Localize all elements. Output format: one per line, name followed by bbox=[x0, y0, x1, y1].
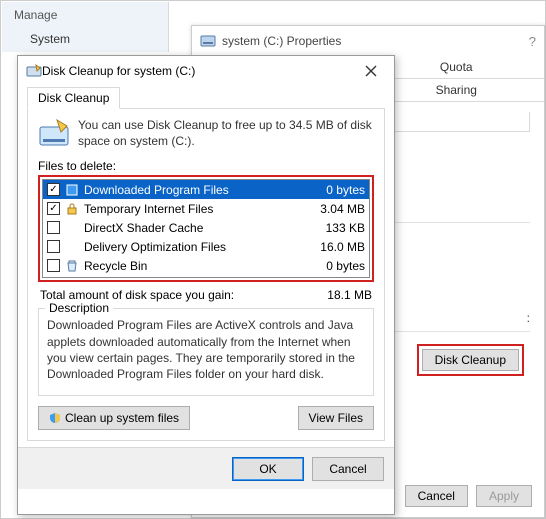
list-item[interactable]: Delivery Optimization Files 16.0 MB bbox=[43, 237, 369, 256]
dialog-title: Disk Cleanup for system (C:) bbox=[42, 64, 195, 78]
ribbon-manage-tab[interactable]: Manage bbox=[14, 8, 57, 22]
tab-disk-cleanup[interactable]: Disk Cleanup bbox=[27, 87, 120, 109]
files-to-delete-label: Files to delete: bbox=[38, 159, 374, 173]
minimize-hint: ? bbox=[529, 34, 536, 49]
checkbox[interactable] bbox=[47, 240, 60, 253]
files-listbox[interactable]: ✓ Downloaded Program Files 0 bytes ✓ Tempora… bbox=[42, 179, 370, 278]
cleanup-big-icon bbox=[38, 117, 70, 149]
item-size: 0 bytes bbox=[305, 259, 365, 273]
list-item[interactable]: ✓ Temporary Internet Files 3.04 MB bbox=[43, 199, 369, 218]
item-size: 3.04 MB bbox=[305, 202, 365, 216]
ribbon-system-label[interactable]: System bbox=[30, 32, 70, 46]
cleanup-title-icon bbox=[26, 63, 42, 79]
drive-icon bbox=[200, 33, 216, 49]
disk-cleanup-dialog: Disk Cleanup for system (C:) Disk Cleanu… bbox=[17, 55, 395, 515]
close-button[interactable] bbox=[354, 59, 388, 83]
item-size: 133 KB bbox=[305, 221, 365, 235]
ok-button[interactable]: OK bbox=[232, 457, 304, 481]
item-size: 0 bytes bbox=[305, 183, 365, 197]
checkbox[interactable] bbox=[47, 259, 60, 272]
total-label: Total amount of disk space you gain: bbox=[40, 288, 234, 302]
list-item[interactable]: DirectX Shader Cache 133 KB bbox=[43, 218, 369, 237]
blank-icon bbox=[64, 239, 80, 255]
item-size: 16.0 MB bbox=[305, 240, 365, 254]
total-value: 18.1 MB bbox=[327, 288, 372, 302]
filelist-highlight: ✓ Downloaded Program Files 0 bytes ✓ Tempora… bbox=[38, 175, 374, 282]
item-name: Temporary Internet Files bbox=[84, 202, 301, 216]
properties-titlebar[interactable]: system (C:) Properties ? bbox=[192, 26, 544, 56]
intro-text: You can use Disk Cleanup to free up to 3… bbox=[78, 117, 374, 149]
cancel-button[interactable]: Cancel bbox=[312, 457, 384, 481]
props-cancel-button[interactable]: Cancel bbox=[405, 485, 468, 507]
ribbon: Manage System bbox=[2, 2, 169, 52]
cleanup-system-files-button[interactable]: Clean up system files bbox=[38, 406, 190, 430]
checkbox[interactable]: ✓ bbox=[47, 183, 60, 196]
description-text: Downloaded Program Files are ActiveX con… bbox=[47, 317, 365, 387]
lock-icon bbox=[64, 201, 80, 217]
checkbox[interactable]: ✓ bbox=[47, 202, 60, 215]
file-icon bbox=[64, 182, 80, 198]
disk-cleanup-highlight: Disk Cleanup bbox=[417, 344, 524, 376]
list-item[interactable]: ✓ Downloaded Program Files 0 bytes bbox=[43, 180, 369, 199]
checkbox[interactable] bbox=[47, 221, 60, 234]
blank-icon bbox=[64, 220, 80, 236]
properties-title: system (C:) Properties bbox=[222, 34, 341, 48]
close-icon bbox=[365, 65, 377, 77]
view-files-button[interactable]: View Files bbox=[298, 406, 374, 430]
item-name: DirectX Shader Cache bbox=[84, 221, 301, 235]
description-label: Description bbox=[45, 301, 113, 315]
list-item[interactable]: Recycle Bin 0 bytes bbox=[43, 256, 369, 275]
shield-icon bbox=[49, 412, 61, 424]
item-name: Downloaded Program Files bbox=[84, 183, 301, 197]
item-name: Recycle Bin bbox=[84, 259, 301, 273]
disk-cleanup-button[interactable]: Disk Cleanup bbox=[422, 349, 519, 371]
item-name: Delivery Optimization Files bbox=[84, 240, 301, 254]
bin-icon bbox=[64, 258, 80, 274]
dialog-titlebar[interactable]: Disk Cleanup for system (C:) bbox=[18, 56, 394, 86]
props-apply-button[interactable]: Apply bbox=[476, 485, 532, 507]
